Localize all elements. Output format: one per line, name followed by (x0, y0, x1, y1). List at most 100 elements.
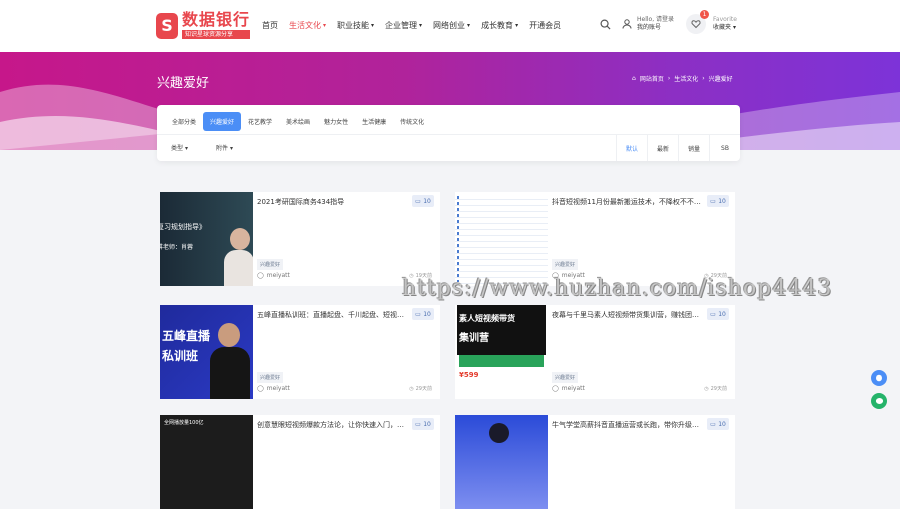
chat-bubble-icon (876, 374, 882, 382)
sort-default[interactable]: 默认 (616, 135, 647, 161)
chevron-down-icon: ▾ (467, 22, 471, 29)
time-text: 29天前 (415, 386, 432, 392)
heart-icon (691, 20, 701, 29)
floating-qq-button[interactable] (871, 370, 887, 386)
thumb-person (218, 323, 240, 347)
card-tag[interactable]: 兴趣爱好 (552, 259, 579, 270)
type-filter-label: 类型 (171, 145, 184, 152)
card-author[interactable]: ◯ meiyatt (257, 385, 290, 392)
nav-item-label: 职业技能 (337, 21, 370, 30)
nav-item-label: 生活文化 (289, 21, 321, 30)
resource-card[interactable]: 牛气学堂高薪抖音直播运营或长跑，带你升级打怪 ▭ 10 (455, 415, 735, 509)
favorite-label: 收藏夹 (713, 24, 732, 31)
category-tab-hobby[interactable]: 兴趣爱好 (203, 112, 242, 131)
sort-sb[interactable]: SB (709, 135, 740, 161)
type-filter-dropdown[interactable]: 类型 ▾ (171, 143, 188, 152)
watermark-text: https://www.huzhan.com/ishop4443 (402, 276, 833, 301)
view-count-badge: ▭ 10 (412, 195, 434, 207)
thumb-subcaption: 集训营 (459, 333, 489, 344)
nav-item-5[interactable]: 成长教育 ▾ (481, 20, 518, 31)
card-thumbnail[interactable]: 五峰直播 私训班 (160, 305, 253, 399)
nav-item-4[interactable]: 网络创业 ▾ (433, 20, 470, 31)
card-title[interactable]: 创意慧眼短视频爆款方法论，让你快速入门，轻松涨粉 (257, 420, 407, 430)
card-author[interactable]: ◯ meiyatt (552, 385, 585, 392)
breadcrumb-parent[interactable]: 生活文化 (674, 74, 698, 83)
breadcrumb: ⌂ 网站首页 › 生活文化 › 兴趣爱好 (632, 74, 733, 83)
page-title: 兴趣爱好 (157, 76, 210, 91)
chat-icon: ▭ (415, 197, 421, 205)
card-thumbnail[interactable]: 素人短视频带货 集训营 ¥599 (455, 305, 548, 399)
favorites-menu[interactable]: 1 Favorite 收藏夹 ▾ (686, 10, 737, 34)
card-tag[interactable]: 兴趣爱好 (257, 372, 284, 383)
card-title[interactable]: 五峰直播私训班：直播起盘、千川起盘、短视频运营等 (257, 310, 407, 320)
card-title[interactable]: 夜幕与千里马素人短视频带货集训营，赚钱团队的自媒体运营 (552, 310, 702, 320)
chevron-down-icon: ▾ (230, 145, 234, 152)
sort-newest[interactable]: 最新 (647, 135, 678, 161)
card-thumbnail[interactable] (455, 192, 548, 286)
category-tab-floral[interactable]: 花艺教学 (241, 112, 279, 131)
sort-options: 默认 最新 销量 SB (616, 135, 740, 161)
category-tab-health[interactable]: 生活健康 (355, 112, 393, 131)
thumb-file-icons (457, 196, 459, 282)
view-count: 10 (718, 310, 726, 318)
view-count: 10 (718, 197, 726, 205)
nav-item-3[interactable]: 企业管理 ▾ (385, 20, 422, 31)
author-name: meiyatt (266, 272, 290, 279)
resource-card[interactable]: 五峰直播 私训班 五峰直播私训班：直播起盘、千川起盘、短视频运营等 ▭10 兴趣… (160, 305, 440, 399)
site-logo[interactable]: S 数据银行 知识星球资源分享 (156, 10, 251, 39)
resource-card[interactable]: 抖音短视频11月份最新搬运技术，不降权不不封号，轻松过原创【视频教程】 ▭10 … (455, 192, 735, 286)
search-icon[interactable] (600, 19, 611, 30)
logo-title: 数据银行 (182, 10, 251, 29)
sort-sales[interactable]: 销量 (678, 135, 709, 161)
nav-item-2[interactable]: 职业技能 ▾ (337, 20, 374, 31)
chat-icon: ▭ (415, 420, 421, 428)
category-tab-culture[interactable]: 传统文化 (393, 112, 431, 131)
thumb-person-body (224, 250, 253, 286)
card-thumbnail[interactable]: 全网播放量100亿 (160, 415, 253, 509)
thumb-green-band (459, 355, 544, 367)
resource-card[interactable]: 素人短视频带货 集训营 ¥599 夜幕与千里马素人短视频带货集训营，赚钱团队的自… (455, 305, 735, 399)
category-tab-all[interactable]: 全部分类 (165, 112, 203, 131)
avatar-icon: ◯ (257, 385, 264, 392)
nav-item-0[interactable]: 首页 (262, 20, 278, 31)
nav-item-1[interactable]: 生活文化 ▾ (289, 20, 326, 31)
chat-icon: ▭ (710, 420, 716, 428)
chevron-down-icon: ▾ (515, 22, 519, 29)
category-tabs: 全部分类 兴趣爱好 花艺教学 美术绘画 魅力女性 生活健康 传统文化 (165, 112, 431, 131)
floating-wechat-button[interactable] (871, 393, 887, 409)
thumb-caption: 全网播放量100亿 (164, 420, 204, 426)
thumb-person-body (210, 347, 250, 399)
attachment-filter-dropdown[interactable]: 附件 ▾ (216, 143, 233, 152)
resource-card[interactable]: 复习规划指导》 讲老师：肖蓉 2021考研国际商务434指导 ▭ 10 兴趣爱好 … (160, 192, 440, 286)
account-menu[interactable]: Hello, 请登录 我的账号 (622, 16, 674, 32)
category-tab-art[interactable]: 美术绘画 (279, 112, 317, 131)
main-nav: 首页 生活文化 ▾ 职业技能 ▾ 企业管理 ▾ 网络创业 ▾ 成长教育 ▾ 开通会员 (262, 20, 572, 31)
card-time: ◷ 29天前 (704, 385, 727, 393)
view-count-badge: ▭ 10 (707, 308, 729, 320)
card-title[interactable]: 牛气学堂高薪抖音直播运营或长跑，带你升级打怪 (552, 420, 702, 430)
nav-item-6[interactable]: 开通会员 (529, 20, 561, 31)
breadcrumb-current: 兴趣爱好 (708, 76, 733, 83)
attachment-filter-label: 附件 (216, 145, 229, 152)
thumb-caption: 五峰直播 (162, 329, 211, 343)
card-title[interactable]: 抖音短视频11月份最新搬运技术，不降权不不封号，轻松过原创【视频教程】 (552, 197, 702, 207)
thumb-price: ¥599 (459, 371, 479, 379)
home-icon: ⌂ (632, 75, 636, 82)
card-author[interactable]: ◯ meiyatt (257, 272, 290, 279)
logo-mark: S (156, 12, 178, 39)
login-prompt: Hello, 请登录 (637, 16, 675, 23)
breadcrumb-separator: › (667, 75, 671, 82)
card-tag[interactable]: 兴趣爱好 (552, 372, 579, 383)
card-thumbnail[interactable] (455, 415, 548, 509)
breadcrumb-home[interactable]: 网站首页 (640, 74, 664, 83)
time-text: 29天前 (710, 386, 727, 392)
favorites-count-badge: 1 (700, 10, 709, 19)
category-tab-women[interactable]: 魅力女性 (317, 112, 355, 131)
thumb-person (230, 228, 250, 250)
card-time: ◷ 29天前 (409, 385, 432, 393)
card-title[interactable]: 2021考研国际商务434指导 (257, 197, 407, 207)
resource-card[interactable]: 全网播放量100亿 创意慧眼短视频爆款方法论，让你快速入门，轻松涨粉 ▭10 (160, 415, 440, 509)
card-thumbnail[interactable]: 复习规划指导》 讲老师：肖蓉 (160, 192, 253, 286)
card-tag[interactable]: 兴趣爱好 (257, 259, 284, 270)
chevron-down-icon: ▾ (733, 24, 737, 31)
